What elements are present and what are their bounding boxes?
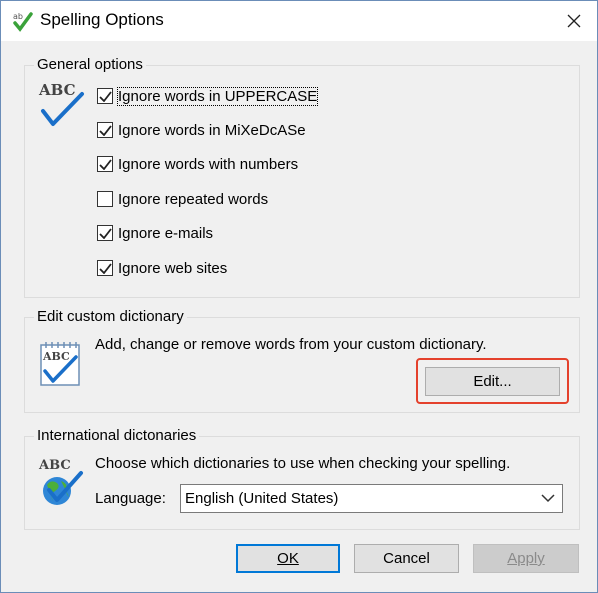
checkbox[interactable]	[97, 225, 113, 241]
checkbox-label: Ignore words in UPPERCASE	[116, 86, 319, 106]
checkmark-icon	[98, 227, 112, 239]
checkbox-option[interactable]: Ignore words in UPPERCASE	[97, 85, 319, 107]
dictionary-notebook-icon: ABC	[40, 342, 80, 386]
checkbox-option[interactable]: Ignore repeated words	[97, 188, 268, 210]
globe-check-icon: ABC	[38, 458, 83, 505]
checkbox[interactable]	[97, 260, 113, 276]
checkmark-icon	[98, 262, 112, 274]
checkbox-label: Ignore web sites	[118, 259, 228, 277]
svg-text:ABC: ABC	[38, 81, 76, 99]
apply-button[interactable]: Apply	[473, 544, 579, 573]
checkbox-option[interactable]: Ignore words in MiXeDcASe	[97, 119, 306, 141]
checkbox-label: Ignore repeated words	[118, 190, 269, 208]
checkmark-icon	[98, 124, 112, 136]
svg-text:ab: ab	[13, 12, 23, 21]
general-options-title: General options	[34, 55, 146, 75]
apply-button-label: Apply	[507, 550, 545, 567]
checkmark-icon	[98, 158, 112, 170]
checkbox[interactable]	[97, 156, 113, 172]
checkbox-label: Ignore words with numbers	[118, 155, 299, 173]
checkbox[interactable]	[97, 88, 113, 104]
close-button[interactable]	[551, 1, 597, 41]
chevron-down-icon	[541, 494, 555, 503]
checkbox[interactable]	[97, 122, 113, 138]
checkmark-icon	[98, 90, 112, 102]
cancel-button[interactable]: Cancel	[354, 544, 459, 573]
spelling-options-dialog: ab Spelling Options General options ABC …	[0, 0, 598, 593]
checkbox-label: Ignore e-mails	[118, 224, 214, 242]
spellcheck-app-icon: ab	[13, 12, 33, 32]
ok-button[interactable]: OK	[236, 544, 340, 573]
language-select[interactable]: English (United States)	[180, 484, 563, 513]
language-select-value: English (United States)	[185, 490, 339, 507]
window-title: Spelling Options	[40, 10, 164, 29]
custom-dictionary-title: Edit custom dictionary	[34, 307, 187, 327]
ok-button-label: OK	[277, 550, 299, 567]
international-dictionaries-title: International dictonaries	[34, 426, 200, 446]
abc-check-icon: ABC	[38, 81, 84, 126]
checkbox-label: Ignore words in MiXeDcASe	[118, 121, 306, 139]
checkbox-option[interactable]: Ignore words with numbers	[97, 153, 298, 175]
edit-button-highlight	[416, 358, 569, 404]
language-label: Language:	[95, 490, 166, 507]
checkbox-option[interactable]: Ignore web sites	[97, 257, 227, 279]
international-dictionaries-group: International dictonaries	[24, 426, 580, 530]
close-icon	[567, 14, 581, 28]
checkbox-option[interactable]: Ignore e-mails	[97, 222, 213, 244]
svg-text:ABC: ABC	[38, 458, 71, 473]
custom-dictionary-description: Add, change or remove words from your cu…	[95, 336, 487, 353]
title-bar[interactable]: ab Spelling Options	[1, 1, 597, 41]
svg-text:ABC: ABC	[42, 350, 70, 363]
international-description: Choose which dictionaries to use when ch…	[95, 455, 511, 472]
checkbox[interactable]	[97, 191, 113, 207]
